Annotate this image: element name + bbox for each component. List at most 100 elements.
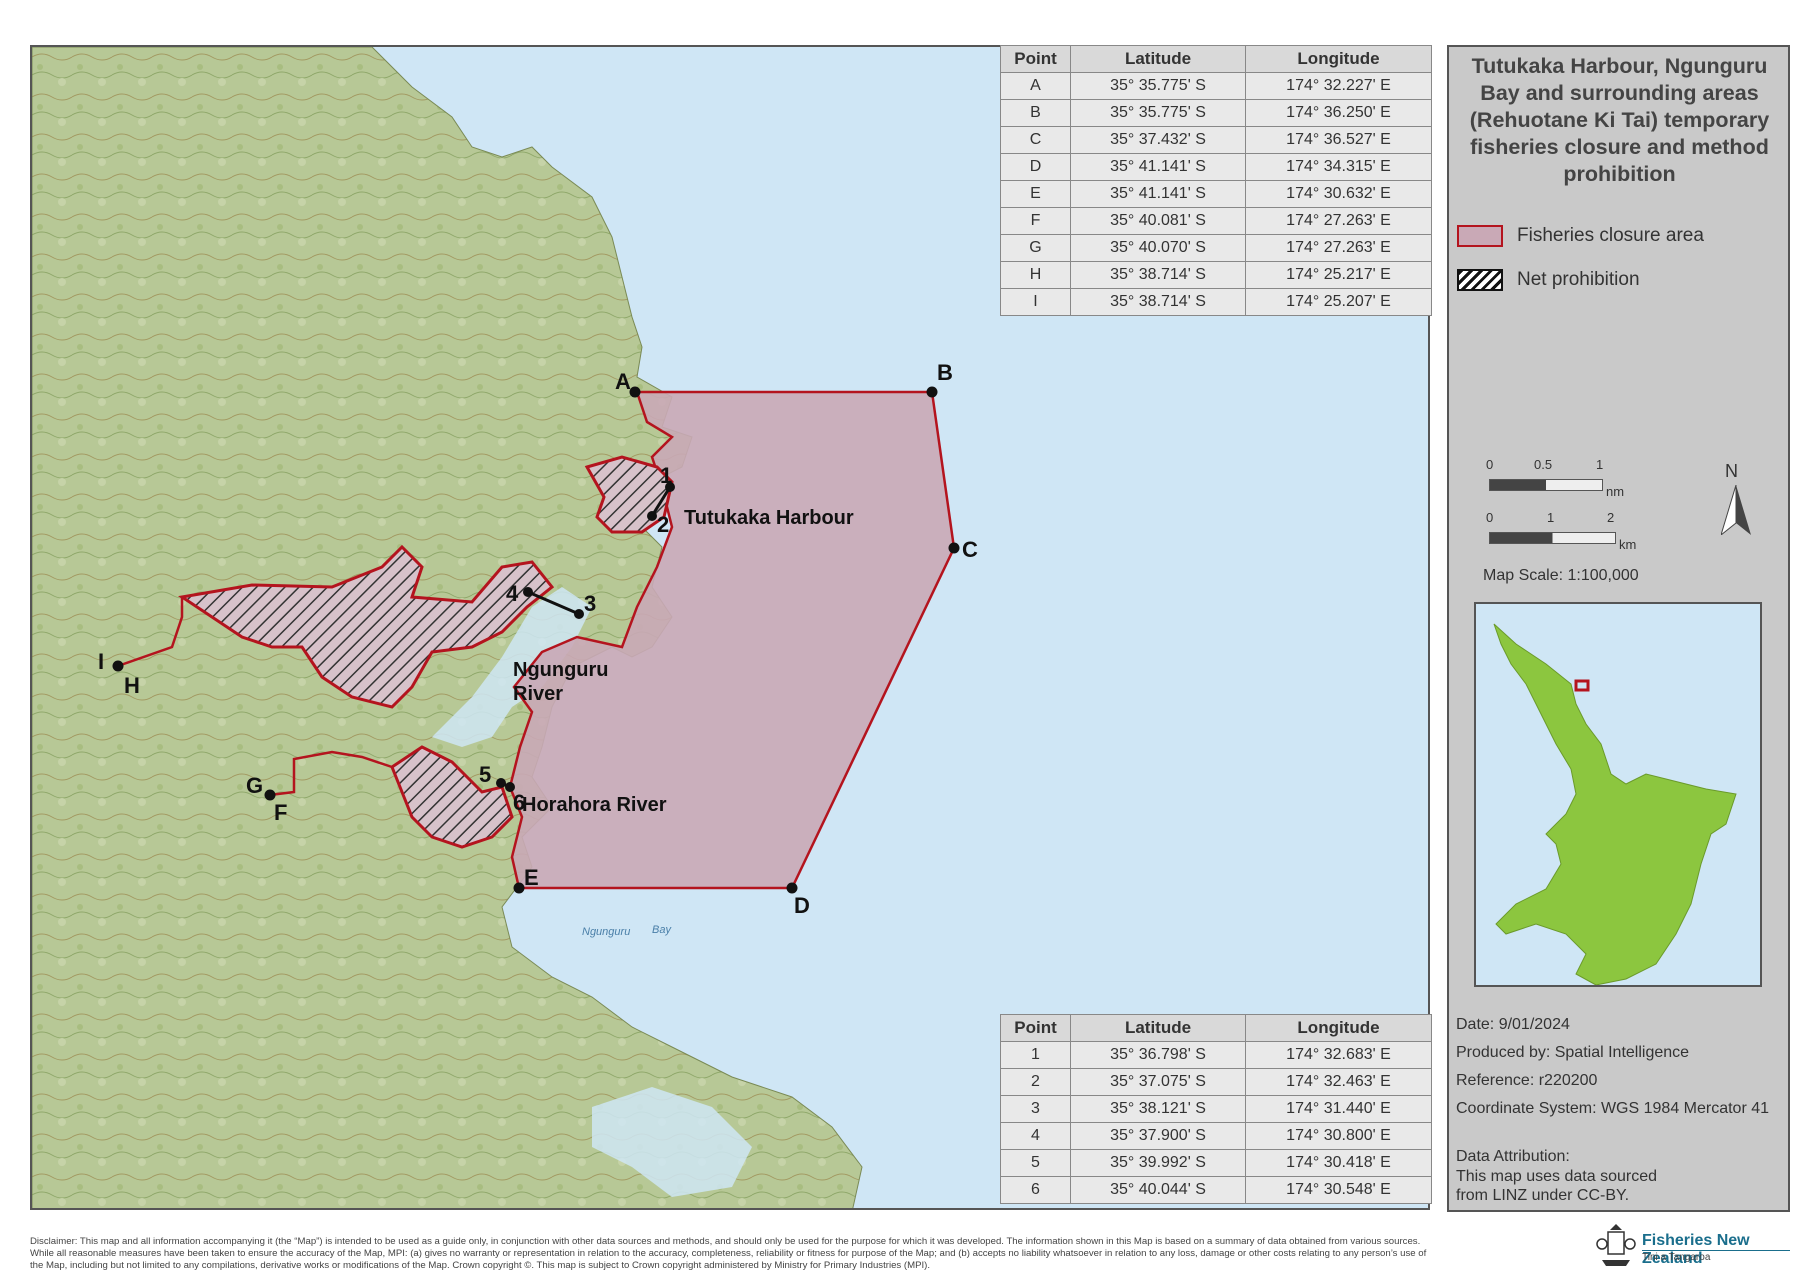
point-4[interactable]: [523, 587, 533, 597]
label-ngunguru-bay-2: Bay: [652, 924, 672, 936]
cell-longitude: 174° 27.263' E: [1245, 234, 1432, 262]
label-horahora-river: Horahora River: [522, 794, 667, 816]
cell-point: B: [1000, 99, 1071, 127]
cell-longitude: 174° 32.683' E: [1245, 1041, 1432, 1069]
point-e[interactable]: [513, 882, 525, 894]
cell-longitude: 174° 30.418' E: [1245, 1149, 1432, 1177]
point-b[interactable]: [926, 386, 938, 398]
attribution-text: This map uses data sourced from LINZ und…: [1456, 1168, 1657, 1204]
net-table-header: Point Latitude Longitude: [1000, 1014, 1432, 1042]
table-row: H 35° 38.714' S 174° 25.217' E: [1000, 261, 1432, 289]
cell-latitude: 35° 41.141' S: [1070, 153, 1246, 181]
cell-point: D: [1000, 153, 1071, 181]
coat-of-arms-icon: [1596, 1224, 1636, 1266]
coord-system-text: Coordinate System: WGS 1984 Mercator 41: [1456, 1100, 1770, 1117]
point-3[interactable]: [574, 609, 584, 619]
disclaimer: Disclaimer: This map and all information…: [30, 1236, 1427, 1271]
cell-latitude: 35° 41.141' S: [1070, 180, 1246, 208]
cell-point: G: [1000, 234, 1071, 262]
label-river: River: [513, 683, 563, 705]
label-point-1: 1: [660, 463, 672, 488]
cell-point: A: [1000, 72, 1071, 100]
point-2[interactable]: [647, 511, 657, 521]
cell-longitude: 174° 32.227' E: [1245, 72, 1432, 100]
cell-longitude: 174° 27.263' E: [1245, 207, 1432, 235]
label-point-d: D: [794, 893, 810, 918]
scale-bar-km: [1489, 532, 1616, 544]
cell-latitude: 35° 40.044' S: [1070, 1176, 1246, 1204]
cell-point: 5: [1000, 1149, 1071, 1177]
header-longitude: Longitude: [1245, 1014, 1432, 1042]
label-point-c: C: [962, 537, 978, 562]
table-row: 1 35° 36.798' S 174° 32.683' E: [1000, 1041, 1432, 1069]
corner-coordinates-table: Point Latitude Longitude A 35° 35.775' S1…: [1000, 45, 1432, 316]
scale-bar-nm: [1489, 479, 1603, 491]
label-point-4: 4: [506, 581, 519, 606]
table-row: 4 35° 37.900' S 174° 30.800' E: [1000, 1122, 1432, 1150]
net-prohibition-swatch: [1457, 269, 1503, 291]
scale-nm-0: 0: [1486, 457, 1494, 472]
label-point-i: I: [98, 649, 104, 674]
cell-latitude: 35° 38.121' S: [1070, 1095, 1246, 1123]
label-point-e: E: [524, 865, 539, 890]
north-label: N: [1725, 461, 1738, 481]
cell-longitude: 174° 34.315' E: [1245, 153, 1432, 181]
map-scale: Map Scale: 1:100,000: [1483, 567, 1639, 584]
scale-nm-05: 0.5: [1534, 457, 1553, 472]
cell-latitude: 35° 39.992' S: [1070, 1149, 1246, 1177]
cell-point: C: [1000, 126, 1071, 154]
corner-table-header: Point Latitude Longitude: [1000, 45, 1432, 73]
table-row: C 35° 37.432' S 174° 36.527' E: [1000, 126, 1432, 154]
side-panel: Tutukaka Harbour, Ngunguru Bay and surro…: [1447, 45, 1790, 1212]
point-f[interactable]: [264, 789, 276, 801]
table-row: 6 35° 40.044' S 174° 30.548' E: [1000, 1176, 1432, 1204]
inset-map: [1474, 602, 1762, 987]
cell-latitude: 35° 38.714' S: [1070, 261, 1246, 289]
scale-km-0: 0: [1486, 510, 1494, 525]
header-latitude: Latitude: [1070, 45, 1246, 73]
header-latitude: Latitude: [1070, 1014, 1246, 1042]
cell-point: I: [1000, 288, 1071, 316]
cell-latitude: 35° 40.070' S: [1070, 234, 1246, 262]
point-a[interactable]: [629, 386, 641, 398]
date-text: Date: 9/01/2024: [1456, 1016, 1570, 1033]
north-island-shape: [1493, 623, 1737, 985]
scale-km-unit: km: [1619, 537, 1637, 552]
cell-point: 1: [1000, 1041, 1071, 1069]
point-5[interactable]: [496, 778, 506, 788]
cell-latitude: 35° 35.775' S: [1070, 99, 1246, 127]
cell-longitude: 174° 30.548' E: [1245, 1176, 1432, 1204]
label-point-a: A: [615, 369, 631, 394]
table-row: I 35° 38.714' S 174° 25.207' E: [1000, 288, 1432, 316]
table-row: G 35° 40.070' S 174° 27.263' E: [1000, 234, 1432, 262]
table-row: E 35° 41.141' S 174° 30.632' E: [1000, 180, 1432, 208]
logo-underline: [1642, 1250, 1790, 1251]
scale-nm-unit: nm: [1606, 484, 1625, 499]
closure-swatch: [1457, 225, 1503, 247]
closure-legend-label: Fisheries closure area: [1517, 225, 1704, 246]
table-row: A 35° 35.775' S 174° 32.227' E: [1000, 72, 1432, 100]
label-ngunguru: Ngunguru: [513, 659, 609, 681]
north-arrow-icon: [1721, 485, 1751, 535]
cell-point: E: [1000, 180, 1071, 208]
label-point-5: 5: [479, 762, 491, 787]
label-ngunguru-bay: Ngunguru: [582, 926, 630, 938]
net-coordinates-table: Point Latitude Longitude 1 35° 36.798' S1…: [1000, 1014, 1432, 1204]
cell-longitude: 174° 30.632' E: [1245, 180, 1432, 208]
label-point-h: H: [124, 673, 140, 698]
point-d[interactable]: [786, 882, 798, 894]
cell-point: 4: [1000, 1122, 1071, 1150]
net-legend-label: Net prohibition: [1517, 269, 1640, 290]
cell-latitude: 35° 36.798' S: [1070, 1041, 1246, 1069]
point-h[interactable]: [112, 660, 124, 672]
cell-longitude: 174° 32.463' E: [1245, 1068, 1432, 1096]
table-row: D 35° 41.141' S 174° 34.315' E: [1000, 153, 1432, 181]
table-row: 5 35° 39.992' S 174° 30.418' E: [1000, 1149, 1432, 1177]
cell-latitude: 35° 38.714' S: [1070, 288, 1246, 316]
point-c[interactable]: [948, 542, 960, 554]
cell-point: F: [1000, 207, 1071, 235]
scale-km-2: 2: [1607, 510, 1615, 525]
table-row: B 35° 35.775' S 174° 36.250' E: [1000, 99, 1432, 127]
inset-canvas: [1493, 623, 1737, 985]
cell-point: 3: [1000, 1095, 1071, 1123]
